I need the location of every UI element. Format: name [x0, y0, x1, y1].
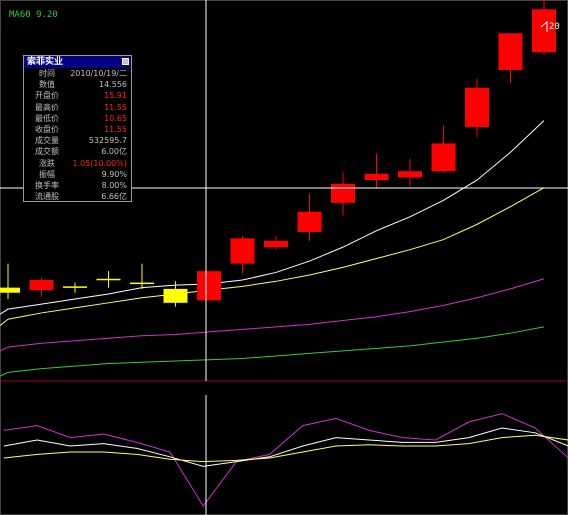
candle-body	[331, 183, 355, 203]
info-key: 振幅	[39, 169, 55, 179]
moving-average-line	[0, 326, 545, 377]
info-row: 换手率 8.00%	[24, 180, 131, 191]
candle-body	[130, 282, 154, 285]
candle-body	[197, 271, 221, 301]
ma60-indicator-label: MA60 9.20	[9, 10, 58, 20]
candle-body	[364, 173, 389, 181]
candle-body	[431, 143, 456, 172]
info-key: 流通股	[35, 192, 59, 202]
stock-chart-window: MA60 9.20 20 索菲实业 时间 2010/10/19/二数值 14.556…	[0, 0, 568, 515]
indicator-line	[3, 413, 568, 507]
info-row: 成交量 532595.7	[24, 135, 131, 146]
stock-name: 索菲实业	[27, 57, 64, 67]
info-key: 成交量	[35, 136, 59, 146]
info-row: 最高价 11.55	[24, 102, 131, 113]
info-value: 15.91	[104, 91, 127, 101]
info-key: 收盘价	[35, 124, 59, 134]
info-row: 振幅 9.90%	[24, 169, 131, 180]
info-panel[interactable]: 索菲实业 时间 2010/10/19/二数值 14.556 开盘价 15.91 最高价 11…	[23, 55, 132, 202]
info-row: 开盘价 15.91	[24, 90, 131, 101]
info-key: 最高价	[35, 102, 59, 112]
max-price-label: 20	[549, 22, 560, 32]
info-row: 时间 2010/10/19/二	[24, 68, 131, 79]
info-row: 数值 14.556	[24, 79, 131, 90]
info-key: 换手率	[35, 180, 59, 190]
candle-body	[465, 87, 489, 127]
candle-body	[163, 288, 188, 303]
info-key: 成交额	[35, 147, 59, 157]
candle-body	[230, 238, 255, 264]
candle-body	[264, 240, 288, 248]
info-value: 10.65	[104, 113, 127, 123]
info-key: 涨跌	[39, 158, 55, 168]
info-value: 11.55	[104, 102, 127, 112]
candle-body	[29, 280, 54, 291]
indicator-line	[3, 427, 568, 467]
info-value: 11.55	[104, 124, 127, 134]
info-key: 时间	[39, 69, 55, 78]
info-row: 成交额 6.00亿	[24, 146, 131, 157]
info-row: 涨跌 1.05(10.00%)	[24, 158, 131, 169]
moving-average-line	[0, 187, 545, 326]
info-value: 9.90%	[101, 169, 127, 179]
info-value: 1.05(10.00%)	[72, 158, 127, 168]
info-key: 开盘价	[35, 91, 59, 101]
info-value: 6.00亿	[101, 147, 127, 157]
info-row: 最低价 10.65	[24, 113, 131, 124]
candle-body	[398, 171, 422, 178]
close-icon[interactable]	[122, 58, 129, 65]
info-row: 流通股 6.66亿	[24, 191, 131, 202]
candle-body	[63, 286, 87, 288]
info-row: 收盘价 11.55	[24, 124, 131, 135]
info-value: 532595.7	[88, 136, 127, 146]
indicator-line	[3, 434, 568, 463]
candle-body	[297, 211, 322, 232]
info-value: 8.00%	[101, 180, 127, 190]
info-value: 14.556	[99, 80, 127, 90]
candle-body	[96, 278, 121, 281]
info-value: 2010/10/19/二	[70, 69, 127, 78]
candle-body	[498, 33, 523, 70]
candle-body	[0, 287, 20, 293]
info-key: 最低价	[35, 113, 59, 123]
info-key: 数值	[39, 80, 55, 90]
info-value: 6.66亿	[101, 192, 127, 202]
info-panel-header[interactable]: 索菲实业	[24, 56, 131, 68]
